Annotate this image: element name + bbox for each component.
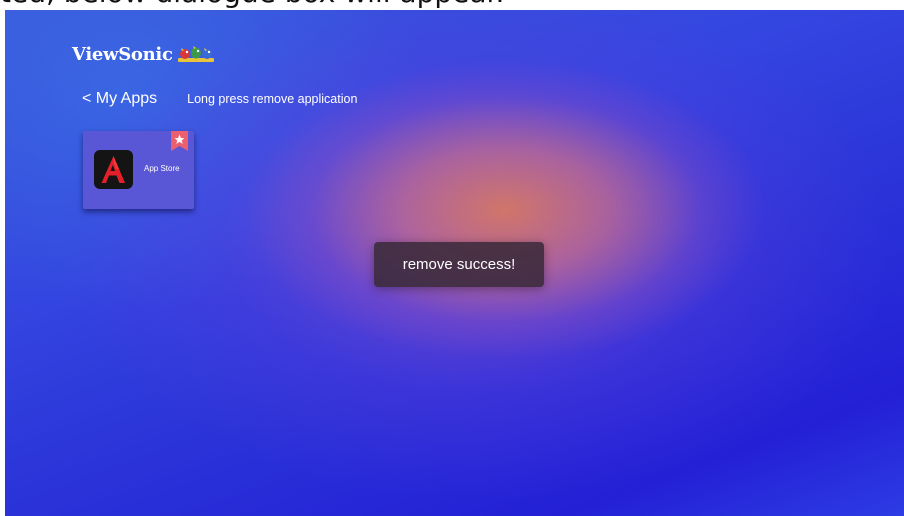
back-to-my-apps-link[interactable]: < My Apps [82, 90, 157, 108]
breadcrumb: < My Apps Long press remove application [82, 90, 357, 108]
caption-text: ted, below dialogue box will appear. [0, 0, 504, 9]
app-label: App Store [144, 164, 180, 173]
toast-notification: remove success! [374, 242, 544, 287]
star-bookmark-icon [171, 131, 188, 151]
toast-message: remove success! [402, 256, 516, 273]
document-caption: ted, below dialogue box will appear. [0, 0, 904, 10]
brand-name: ViewSonic [72, 43, 173, 65]
instruction-hint: Long press remove application [187, 92, 358, 106]
app-tile[interactable]: App Store [83, 131, 194, 209]
viewsonic-birds-icon [177, 46, 214, 62]
app-store-icon [94, 150, 133, 189]
launcher-screen: ViewSonic < My Apps Long press remove ap… [5, 10, 904, 516]
app-store-glyph [101, 156, 125, 183]
brand-logo: ViewSonic [72, 43, 215, 65]
